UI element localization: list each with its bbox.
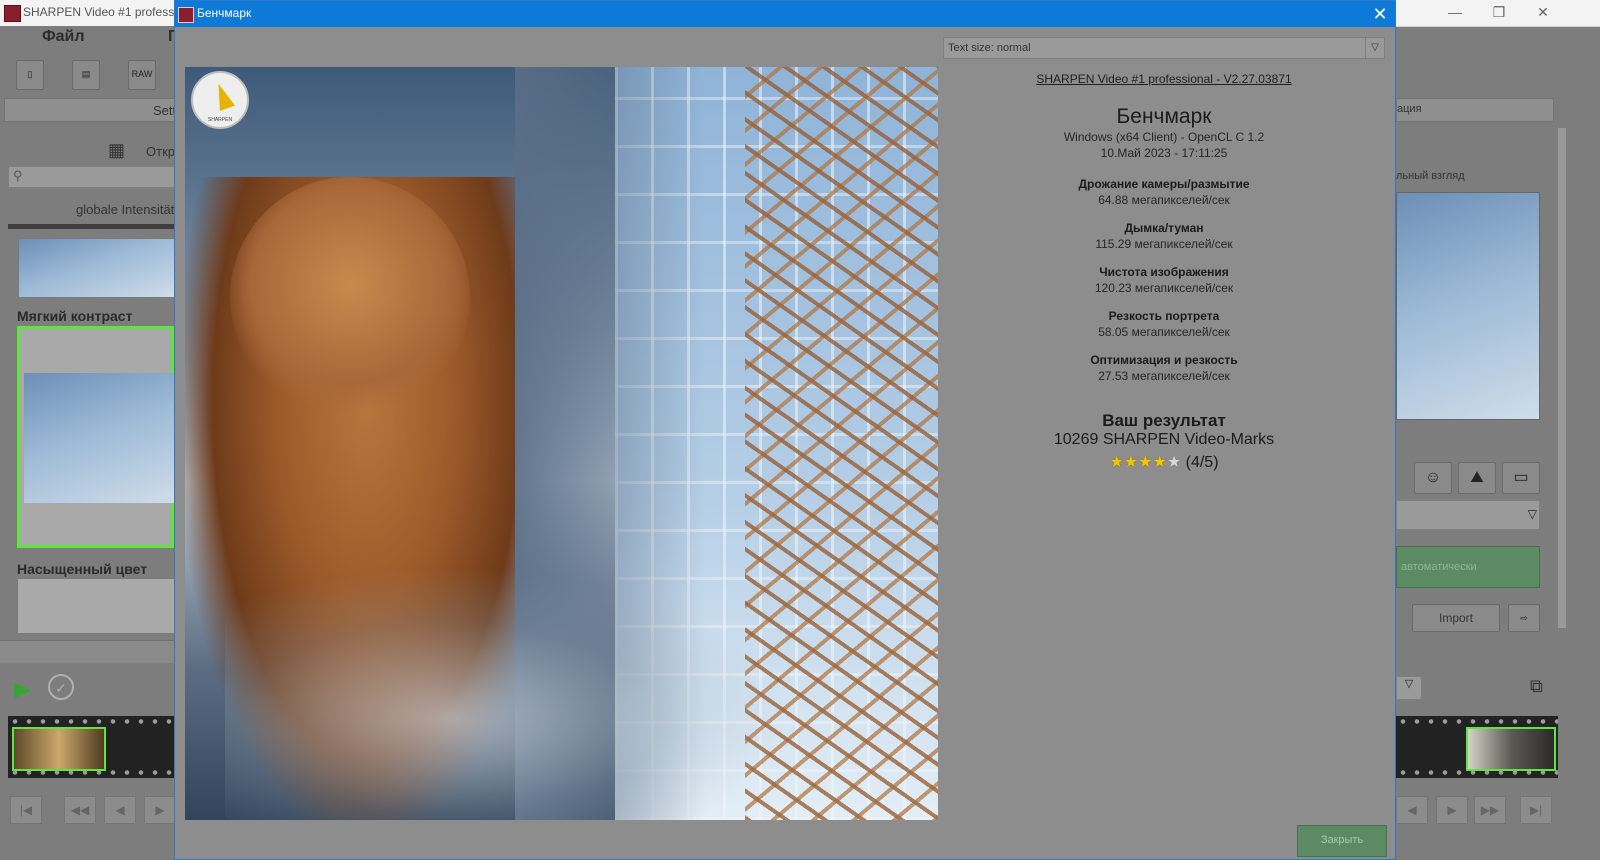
search-icon: ⚲ bbox=[13, 168, 23, 183]
check-icon[interactable]: ✓ bbox=[48, 674, 74, 700]
preset-thumbnail-top[interactable] bbox=[18, 238, 176, 298]
rewind-icon[interactable]: ◀◀ bbox=[64, 796, 96, 824]
text-size-value: Text size: normal bbox=[948, 42, 1031, 54]
metric-value: 58.05 мегапикселей/сек bbox=[1098, 325, 1230, 339]
metric-label: Дрожание камеры/размытие bbox=[1078, 177, 1250, 191]
result-score: 10269 SHARPEN Video-Marks bbox=[1053, 431, 1275, 448]
compass-icon: SHARPEN bbox=[191, 71, 249, 129]
menu-file[interactable]: Файл bbox=[42, 28, 85, 46]
step-forward-icon[interactable]: ▶ bbox=[1436, 796, 1468, 824]
right-tab-label: ация bbox=[1397, 103, 1422, 115]
results-heading: Бенчмарк bbox=[1116, 105, 1212, 128]
portrait-icon[interactable]: ☺ bbox=[1414, 462, 1452, 494]
compass-caption: SHARPEN bbox=[207, 117, 233, 123]
star-filled-icon: ★★★★ bbox=[1109, 454, 1167, 471]
preset-saturated-color-thumbnail[interactable] bbox=[17, 578, 176, 634]
metric-value: 115.29 мегапикселей/сек bbox=[1095, 237, 1233, 251]
app-menubar: Файл Г ▯ ▤ RAW bbox=[0, 26, 180, 94]
chevron-down-icon: ▽ bbox=[1365, 38, 1384, 58]
dialog-close-icon[interactable]: ✕ bbox=[1367, 2, 1393, 26]
right-dropdown[interactable]: ▽ bbox=[1396, 500, 1540, 530]
text-size-select[interactable]: Text size: normal ▽ bbox=[943, 37, 1385, 59]
benchmark-photo bbox=[185, 67, 938, 820]
system-info: Windows (x64 Client) - OpenCL C 1.2 bbox=[1063, 130, 1265, 144]
metric-value: 27.53 мегапикселей/сек bbox=[1098, 369, 1230, 383]
result-title: Ваш результат bbox=[1102, 411, 1226, 430]
dialog-app-icon bbox=[178, 7, 194, 23]
close-button[interactable]: Закрыть bbox=[1297, 825, 1387, 857]
right-tab[interactable]: ация bbox=[1396, 98, 1554, 122]
metric-value: 64.88 мегапикселей/сек bbox=[1098, 193, 1230, 207]
metric-label: Резкость портрета bbox=[1108, 309, 1220, 323]
image-icon[interactable]: ▭ bbox=[1502, 462, 1540, 494]
right-small-dropdown[interactable]: ▽ bbox=[1396, 676, 1422, 700]
batch-icon[interactable]: ▤ bbox=[72, 60, 100, 90]
chevron-down-icon: ▽ bbox=[1527, 507, 1537, 521]
step-back-icon[interactable]: ◀ bbox=[1396, 796, 1428, 824]
view-label: льный взгляд bbox=[1396, 170, 1465, 182]
filmstrip-frame[interactable] bbox=[12, 727, 106, 771]
left-status-bar bbox=[0, 640, 174, 663]
version-link[interactable]: SHARPEN Video #1 professional - V2.27.03… bbox=[943, 72, 1385, 86]
metric-label: Чистота изображения bbox=[1099, 265, 1229, 279]
import-label: Import bbox=[1438, 611, 1473, 625]
benchmark-results: SHARPEN Video #1 professional - V2.27.03… bbox=[943, 67, 1385, 820]
benchmark-datetime: 10.Май 2023 - 17:11:25 bbox=[1100, 146, 1228, 160]
app-title: SHARPEN Video #1 professio bbox=[23, 5, 184, 19]
open-label[interactable]: Откр bbox=[146, 144, 175, 159]
filmstrip-frame[interactable] bbox=[1466, 727, 1556, 771]
benchmark-dialog: Бенчмарк ✕ SHARPEN Text size: normal ▽ S… bbox=[174, 0, 1396, 860]
step-forward-icon[interactable]: ▶ bbox=[144, 796, 176, 824]
rating-stars: ★★★★★ (4/5) bbox=[943, 452, 1385, 472]
filmstrip-right[interactable] bbox=[1396, 716, 1558, 778]
grid-view-icon[interactable]: ▦ bbox=[108, 140, 134, 162]
auto-button[interactable]: автоматически bbox=[1396, 546, 1540, 588]
metric-label: Дымка/туман bbox=[1124, 221, 1204, 235]
play-icon[interactable]: ▶ bbox=[14, 676, 31, 702]
filmstrip-left[interactable] bbox=[8, 716, 174, 778]
right-scrollbar[interactable] bbox=[1558, 128, 1566, 628]
export-icon[interactable]: ⇨ bbox=[1508, 604, 1540, 632]
preview-image bbox=[1396, 192, 1540, 420]
new-file-icon[interactable]: ▯ bbox=[16, 60, 44, 90]
compare-icon[interactable]: ⧉ bbox=[1530, 676, 1543, 697]
dialog-title: Бенчмарк bbox=[197, 6, 252, 20]
import-button[interactable]: Import bbox=[1412, 604, 1500, 632]
rating-text: (4/5) bbox=[1185, 454, 1219, 471]
metric-value: 120.23 мегапикселей/сек bbox=[1094, 281, 1234, 295]
settings-tab-label: Sett bbox=[153, 103, 177, 118]
skip-start-icon[interactable]: |◀ bbox=[10, 796, 42, 824]
auto-button-label: автоматически bbox=[1401, 561, 1477, 573]
search-input[interactable]: ⚲ bbox=[8, 166, 176, 188]
intensity-slider[interactable] bbox=[8, 224, 174, 229]
star-empty-icon: ★ bbox=[1166, 454, 1182, 471]
settings-tab[interactable]: Sett bbox=[4, 98, 176, 122]
intensity-label: globale Intensität bbox=[76, 202, 175, 217]
fast-forward-icon[interactable]: ▶▶ bbox=[1474, 796, 1506, 824]
minimize-icon[interactable]: — bbox=[1432, 0, 1478, 26]
landscape-icon[interactable]: ⛰ bbox=[1458, 462, 1496, 494]
window-close-icon[interactable]: ✕ bbox=[1520, 0, 1566, 26]
maximize-icon[interactable]: ❐ bbox=[1476, 0, 1522, 26]
metric-label: Оптимизация и резкость bbox=[1090, 353, 1238, 367]
preset-saturated-color-title: Насыщенный цвет bbox=[17, 561, 148, 577]
app-logo-icon bbox=[4, 5, 21, 22]
step-back-icon[interactable]: ◀ bbox=[104, 796, 136, 824]
dialog-titlebar: Бенчмарк ✕ bbox=[175, 1, 1395, 27]
preset-soft-contrast-thumbnail[interactable] bbox=[17, 326, 174, 548]
raw-icon[interactable]: RAW bbox=[128, 60, 156, 90]
preset-soft-contrast-image bbox=[24, 373, 174, 503]
skip-end-icon[interactable]: ▶| bbox=[1520, 796, 1552, 824]
preset-soft-contrast-title: Мягкий контраст bbox=[17, 308, 133, 324]
